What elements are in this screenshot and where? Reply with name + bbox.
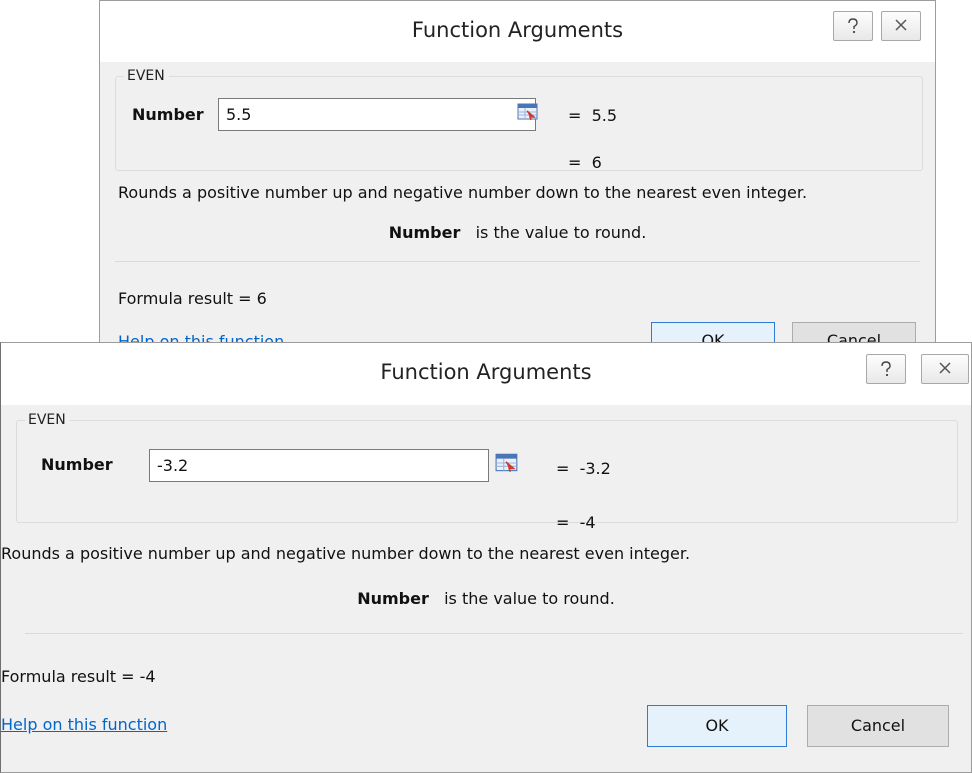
collapse-dialog-icon bbox=[495, 453, 518, 472]
title-bar[interactable]: Function Arguments bbox=[100, 1, 935, 62]
dialog-body: EVEN Number -3.2 = -3.2 = -4 Rounds a po… bbox=[1, 405, 971, 772]
dialog-body: EVEN Number 5.5 = 5.5 = 6 Rounds a posit… bbox=[100, 62, 935, 360]
function-description: Rounds a positive number up and negative… bbox=[118, 183, 808, 202]
help-button[interactable] bbox=[866, 354, 906, 384]
argument-help-text: is the value to round. bbox=[444, 589, 615, 608]
collapse-dialog-button[interactable] bbox=[495, 452, 523, 476]
dialog-title: Function Arguments bbox=[380, 360, 592, 384]
argument-input[interactable]: 5.5 bbox=[218, 98, 536, 131]
question-mark-icon bbox=[848, 18, 858, 34]
question-mark-icon bbox=[881, 361, 891, 377]
cancel-button[interactable]: Cancel bbox=[807, 705, 949, 747]
formula-result: Formula result = -4 bbox=[1, 667, 156, 686]
argument-help: Number is the value to round. bbox=[1, 589, 971, 608]
argument-result: = 5.5 bbox=[568, 106, 618, 125]
argument-label: Number bbox=[132, 105, 204, 124]
function-result: = -4 bbox=[556, 513, 596, 532]
divider bbox=[115, 261, 920, 262]
help-link[interactable]: Help on this function bbox=[1, 715, 167, 734]
close-button[interactable] bbox=[921, 354, 969, 384]
help-button[interactable] bbox=[833, 11, 873, 41]
argument-help-name: Number bbox=[388, 223, 461, 242]
argument-input[interactable]: -3.2 bbox=[149, 449, 489, 482]
formula-result: Formula result = 6 bbox=[118, 289, 267, 308]
argument-help: Number is the value to round. bbox=[100, 223, 935, 242]
function-name: EVEN bbox=[127, 68, 165, 84]
function-arguments-dialog-front: Function Arguments EVEN Number -3.2 = -3… bbox=[0, 342, 972, 773]
function-result: = 6 bbox=[568, 153, 602, 172]
argument-result: = -3.2 bbox=[556, 459, 611, 478]
collapse-dialog-button[interactable] bbox=[517, 102, 545, 126]
function-name: EVEN bbox=[28, 412, 66, 428]
title-bar[interactable]: Function Arguments bbox=[1, 343, 971, 405]
function-arguments-dialog-back: Function Arguments EVEN Number 5.5 = 5.5… bbox=[99, 0, 936, 360]
ok-button[interactable]: OK bbox=[647, 705, 787, 747]
close-button[interactable] bbox=[881, 11, 921, 41]
argument-help-name: Number bbox=[357, 589, 429, 608]
divider bbox=[25, 633, 963, 634]
argument-help-text: is the value to round. bbox=[475, 223, 647, 242]
function-description: Rounds a positive number up and negative… bbox=[1, 544, 691, 563]
collapse-dialog-icon bbox=[517, 103, 538, 121]
close-icon bbox=[939, 362, 951, 374]
argument-label: Number bbox=[41, 455, 113, 474]
dialog-title: Function Arguments bbox=[411, 18, 624, 42]
close-icon bbox=[895, 19, 907, 31]
